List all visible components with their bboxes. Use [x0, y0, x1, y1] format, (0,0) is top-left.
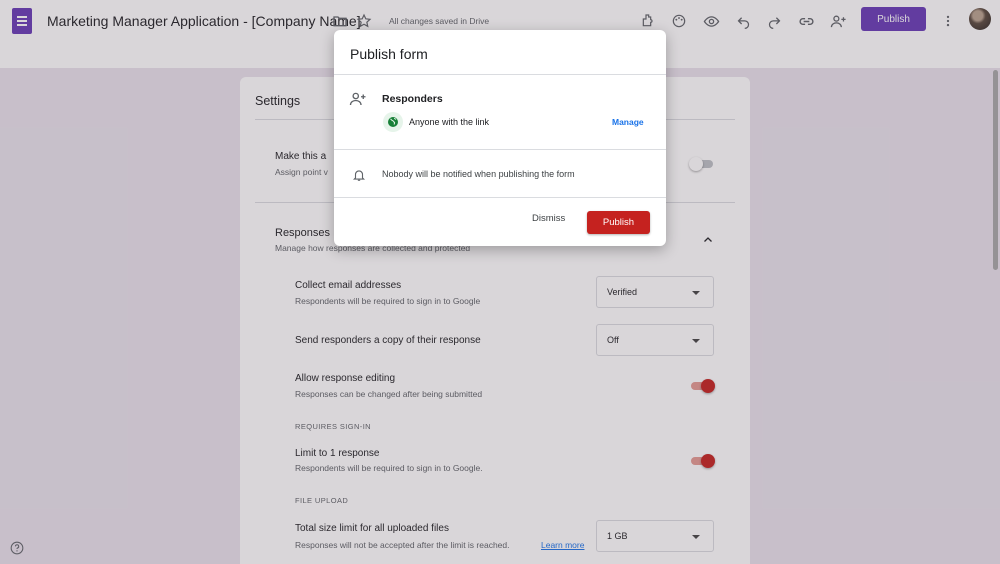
- dismiss-button[interactable]: Dismiss: [532, 213, 565, 224]
- divider: [334, 197, 666, 198]
- notification-text: Nobody will be notified when publishing …: [382, 169, 575, 179]
- access-level-text: Anyone with the link: [409, 117, 490, 127]
- globe-icon: [383, 112, 403, 132]
- dialog-title: Publish form: [350, 46, 428, 62]
- bell-icon: [352, 167, 366, 183]
- publish-form-dialog: Publish form Responders Anyone with the …: [334, 30, 666, 246]
- divider: [334, 149, 666, 150]
- publish-button[interactable]: Publish: [587, 211, 650, 234]
- responders-label: Responders: [382, 93, 443, 105]
- divider: [334, 74, 666, 75]
- add-person-icon: [349, 90, 367, 108]
- manage-button[interactable]: Manage: [612, 117, 644, 127]
